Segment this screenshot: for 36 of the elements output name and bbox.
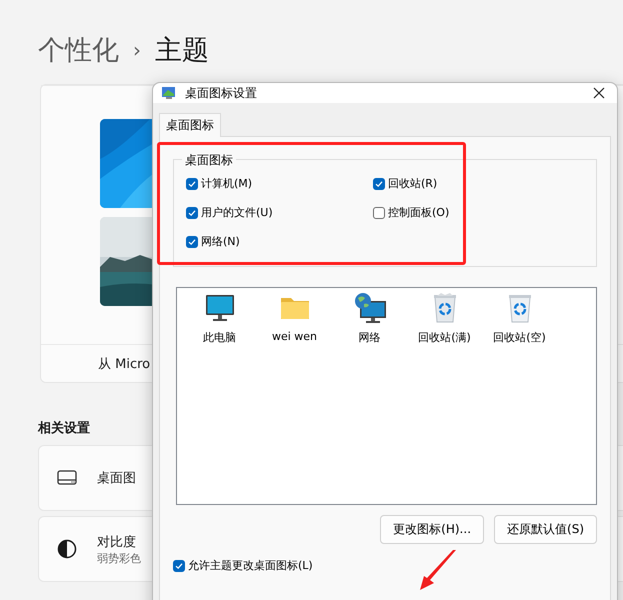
breadcrumb-item: 主题 xyxy=(155,34,209,68)
icon-label[interactable]: 此电脑 xyxy=(203,330,236,345)
setting-title: 桌面图 xyxy=(97,470,136,487)
checkbox[interactable] xyxy=(186,236,198,248)
icon-label[interactable]: wei wen xyxy=(272,330,318,343)
icon-label[interactable]: 回收站(满) xyxy=(418,330,471,345)
icon-label[interactable]: 网络 xyxy=(358,330,380,345)
checkbox[interactable] xyxy=(373,206,385,218)
checkbox-label: 回收站(R) xyxy=(388,176,438,191)
checkbox-label: 网络(N) xyxy=(201,234,240,249)
icon-label[interactable]: 回收站(空) xyxy=(493,330,546,345)
checkbox[interactable] xyxy=(373,178,385,190)
dialog-button[interactable]: 还原默认值(S) xyxy=(494,515,597,544)
breadcrumb-item[interactable]: 个性化 xyxy=(38,32,119,68)
window-title: 桌面图标设置 xyxy=(185,84,258,102)
checkbox-label: 控制面板(O) xyxy=(388,205,450,220)
tab[interactable]: 桌面图标 xyxy=(159,113,221,137)
network-icon xyxy=(352,292,386,324)
setting-title: 对比度 xyxy=(97,534,137,550)
checkbox[interactable] xyxy=(173,560,185,572)
checkbox[interactable] xyxy=(186,178,198,190)
desktop-icon xyxy=(57,470,77,486)
checkbox-label: 允许主题更改桌面图标(L) xyxy=(188,558,313,573)
checkbox-label: 用户的文件(U) xyxy=(201,205,273,220)
dialog-button[interactable]: 更改图标(H)... xyxy=(380,515,484,544)
section-title: 相关设置 xyxy=(38,420,91,437)
breadcrumb-separator: › xyxy=(133,38,141,62)
checkbox[interactable] xyxy=(186,206,198,218)
checkbox-label: 计算机(M) xyxy=(201,176,252,191)
monitor-icon xyxy=(161,85,177,101)
monitor-icon xyxy=(204,292,236,324)
close-icon xyxy=(593,87,605,99)
setting-subtitle: 弱势彩色 xyxy=(97,550,141,566)
contrast-icon xyxy=(57,539,77,559)
store-link[interactable]: 从 Micro xyxy=(98,354,150,372)
group-title: 桌面图标 xyxy=(182,152,236,169)
